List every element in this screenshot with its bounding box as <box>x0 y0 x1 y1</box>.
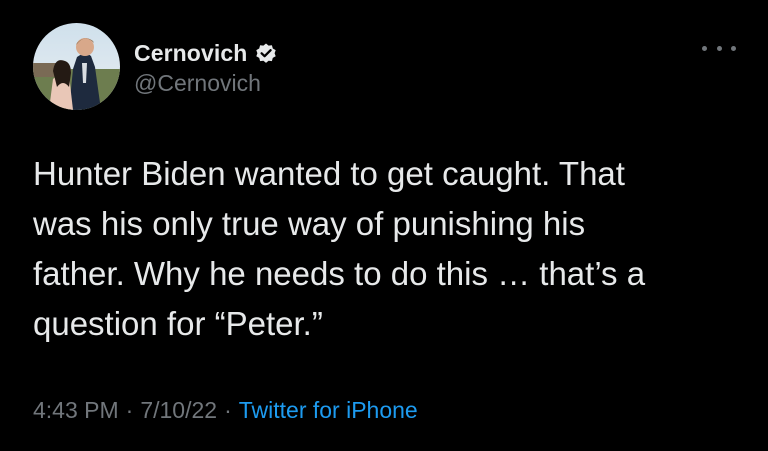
more-options-icon[interactable] <box>702 38 736 58</box>
more-dot <box>702 45 707 51</box>
tweet-card: Cernovich @Cernovich Hunter Biden wanted… <box>0 0 768 451</box>
more-dot <box>716 45 722 51</box>
tweet-text: Hunter Biden wanted to get caught. That … <box>33 155 646 342</box>
meta-separator: · <box>224 397 232 423</box>
author-handle[interactable]: @Cernovich <box>134 70 261 97</box>
tweet-time[interactable]: 4:43 PM <box>33 397 119 423</box>
tweet-source-link[interactable]: Twitter for iPhone <box>239 397 418 423</box>
tweet-meta: 4:43 PM · 7/10/22 · Twitter for iPhone <box>33 397 418 424</box>
meta-separator: · <box>125 397 134 423</box>
tweet-date[interactable]: 7/10/22 <box>140 397 217 423</box>
verified-badge-icon <box>254 41 278 65</box>
more-dot <box>731 45 736 51</box>
display-name[interactable]: Cernovich <box>134 40 247 67</box>
author-name-row[interactable]: Cernovich <box>134 38 278 68</box>
avatar[interactable] <box>33 23 120 110</box>
